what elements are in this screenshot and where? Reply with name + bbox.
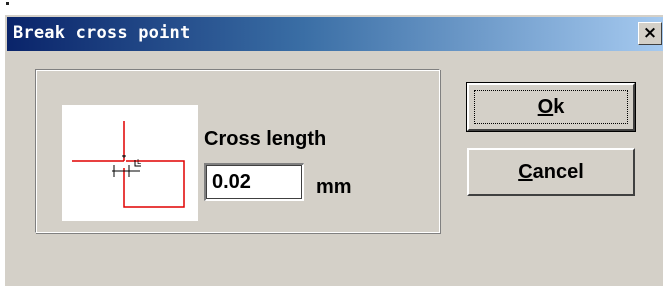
unit-label: mm [316,176,352,198]
diagram-length-label: L [137,158,141,166]
cancel-button[interactable]: Cancel [467,148,635,196]
cross-length-label: Cross length [204,128,327,150]
cross-length-input[interactable] [204,163,304,201]
screen-artifact-dot [6,2,9,5]
focus-rectangle [474,90,628,124]
cancel-accelerator: C [518,160,533,183]
ok-button[interactable]: Ok [466,82,636,132]
close-icon: × [642,23,658,43]
cross-point-illustration: L [72,121,185,208]
close-button[interactable]: × [638,22,662,45]
title-bar[interactable]: Break cross point × [7,17,663,51]
rectangle-path [123,160,185,208]
cancel-label-rest: ancel [532,160,584,183]
cross-point-diagram: L [62,105,198,221]
window-title: Break cross point [13,23,191,43]
